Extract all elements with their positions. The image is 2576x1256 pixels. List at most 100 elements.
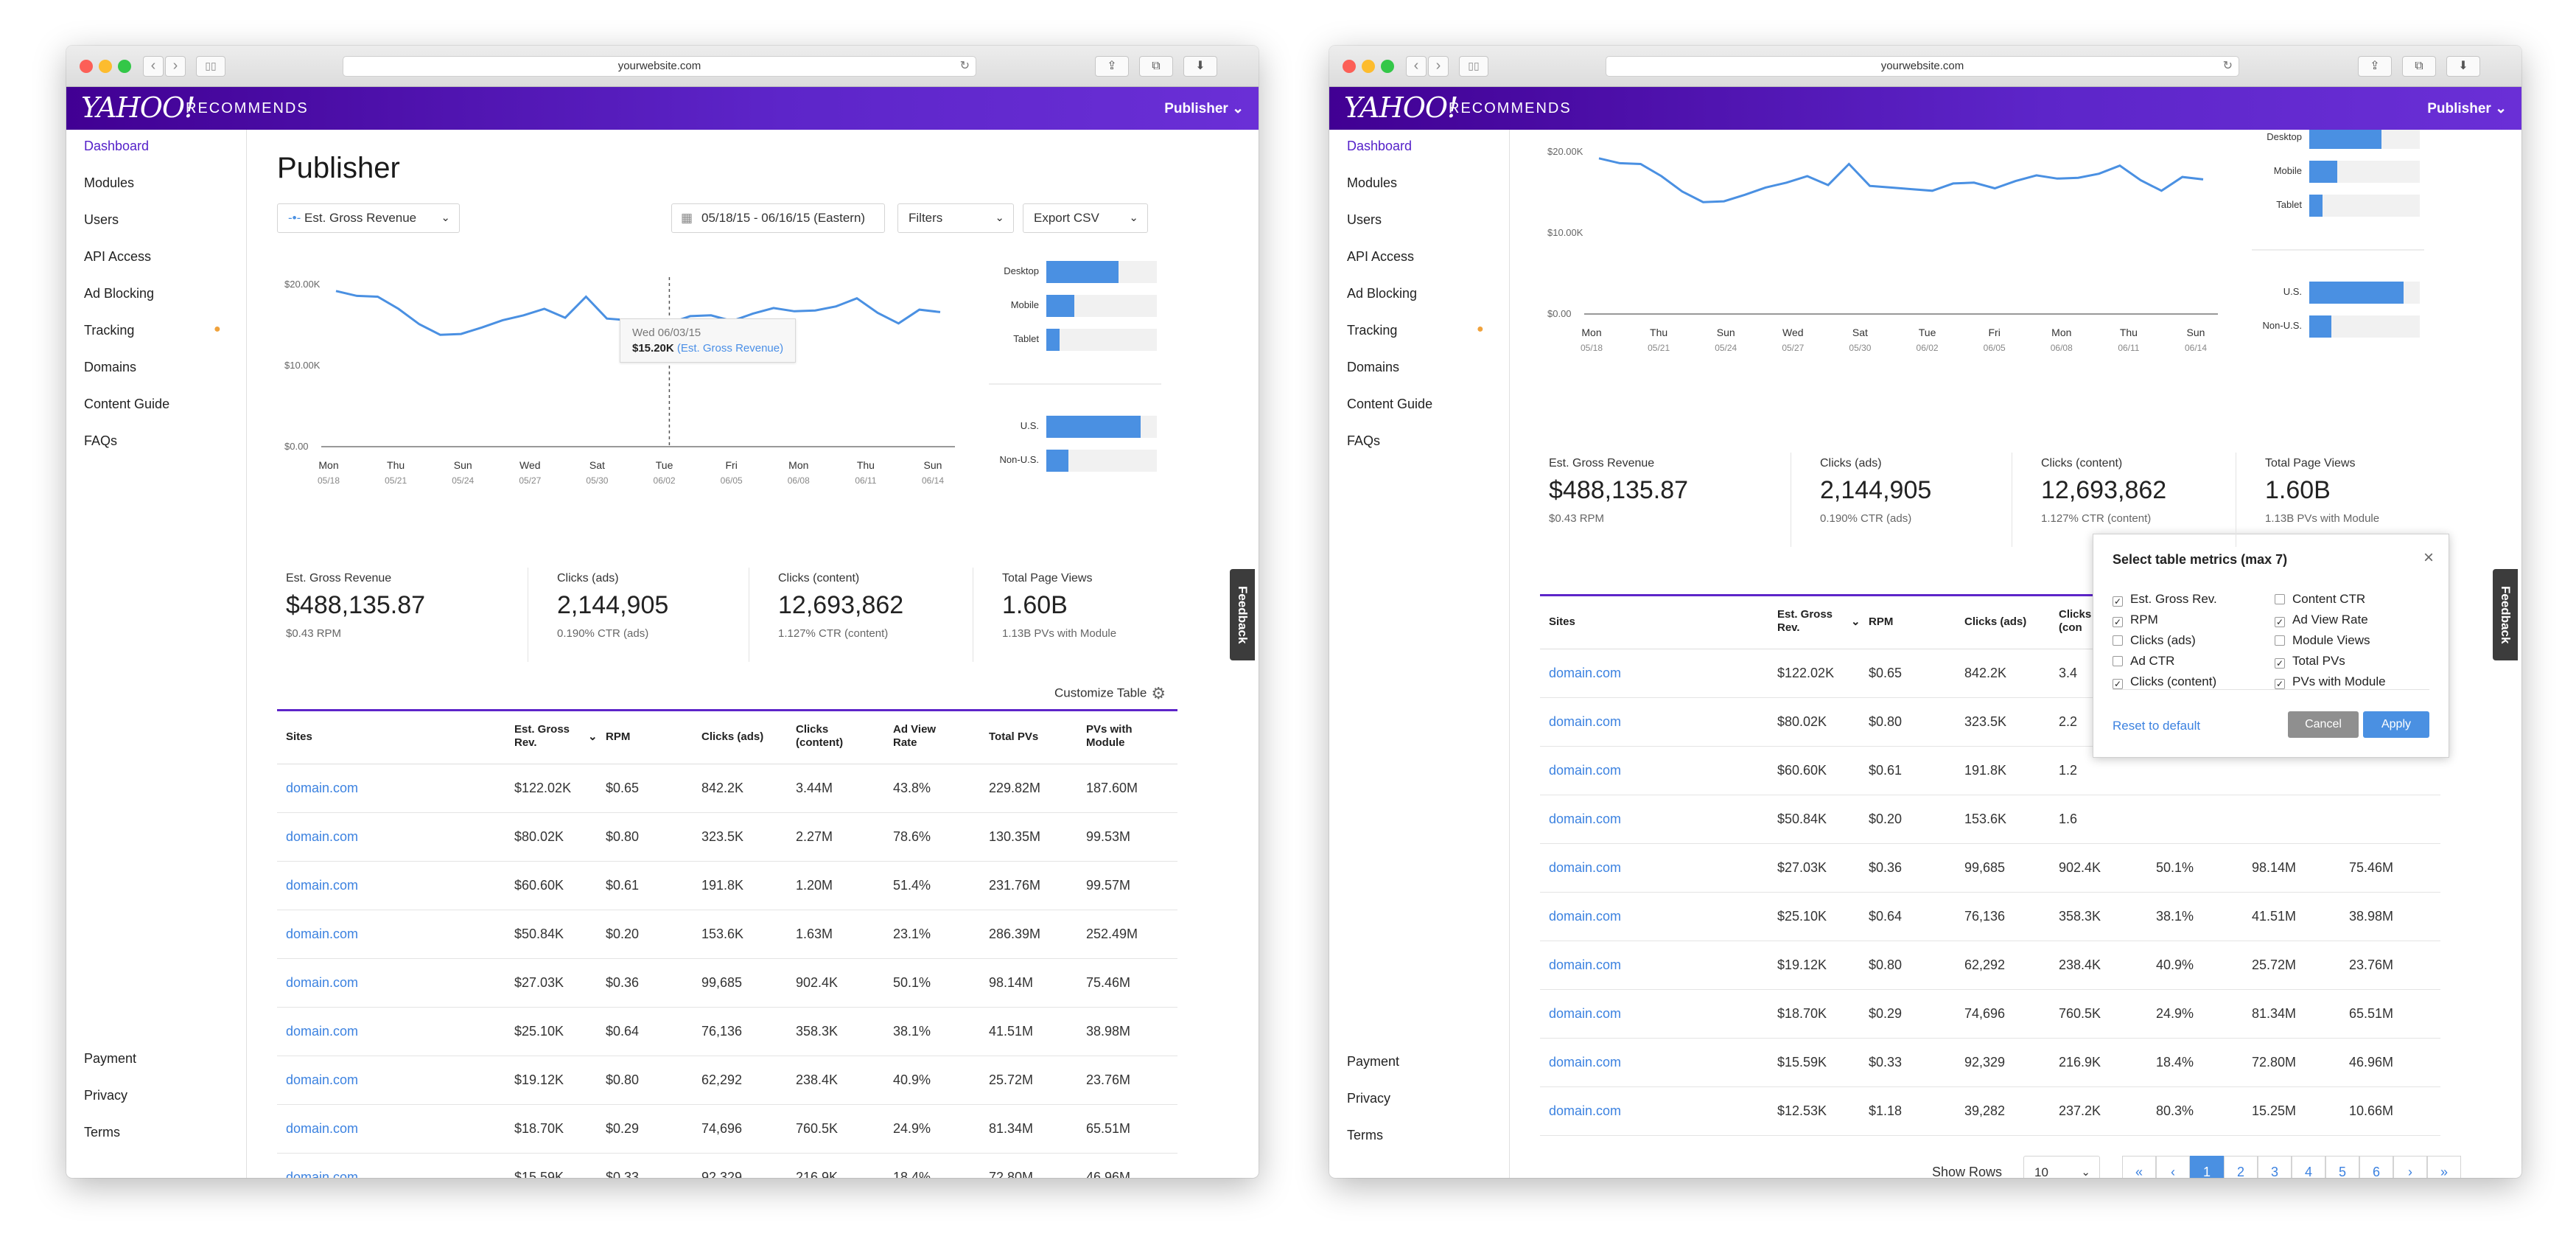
download-icon[interactable]: ⬇ <box>2446 56 2480 77</box>
sidebar-toggle-icon[interactable]: ▯▯ <box>196 56 225 77</box>
column-header[interactable]: Clicks (ads) <box>1964 615 2026 629</box>
sidebar-item-content-guide[interactable]: Content Guide <box>1347 397 1432 412</box>
checkbox[interactable] <box>2113 656 2123 666</box>
page-button[interactable]: › <box>2393 1156 2427 1178</box>
zoom-window-button[interactable] <box>118 60 131 73</box>
sidebar-item-payment[interactable]: Payment <box>84 1051 136 1067</box>
customize-table-button[interactable]: Customize Table ⚙ <box>1054 684 1166 703</box>
site-link[interactable]: domain.com <box>286 1072 358 1088</box>
apply-button[interactable]: Apply <box>2363 711 2429 738</box>
address-bar[interactable]: yourwebsite.com ↻ <box>343 56 976 77</box>
site-link[interactable]: domain.com <box>286 1121 358 1137</box>
column-header[interactable]: Sites <box>1549 615 1575 629</box>
sidebar-item-content-guide[interactable]: Content Guide <box>84 397 169 412</box>
site-link[interactable]: domain.com <box>1549 714 1621 730</box>
export-csv-dropdown[interactable]: Export CSV ⌄ <box>1023 203 1148 233</box>
column-header[interactable]: Clicks (ads) <box>701 730 763 744</box>
cancel-button[interactable]: Cancel <box>2288 711 2359 738</box>
zoom-window-button[interactable] <box>1381 60 1394 73</box>
page-button[interactable]: « <box>2122 1156 2156 1178</box>
sidebar-item-domains[interactable]: Domains <box>84 360 136 375</box>
checkbox[interactable]: ✓ <box>2275 658 2285 669</box>
site-link[interactable]: domain.com <box>1549 1006 1621 1022</box>
reset-default-link[interactable]: Reset to default <box>2113 719 2200 733</box>
site-link[interactable]: domain.com <box>1549 957 1621 973</box>
checkbox[interactable]: ✓ <box>2275 679 2285 689</box>
feedback-tab[interactable]: Feedback <box>2493 569 2518 660</box>
sidebar-item-api-access[interactable]: API Access <box>1347 249 1414 265</box>
sidebar-item-modules[interactable]: Modules <box>84 175 134 191</box>
site-link[interactable]: domain.com <box>1549 1103 1621 1119</box>
sidebar-item-ad-blocking[interactable]: Ad Blocking <box>84 286 154 301</box>
yahoo-logo[interactable]: YAHOO! <box>81 91 195 124</box>
column-header[interactable]: Ad View Rate <box>893 723 936 750</box>
metric-checkbox-content-ctr[interactable]: Content CTR <box>2275 592 2365 607</box>
metric-checkbox-pvs-with-module[interactable]: ✓ PVs with Module <box>2275 674 2386 689</box>
sidebar-item-users[interactable]: Users <box>1347 212 1382 228</box>
column-header[interactable]: Sites <box>286 730 312 744</box>
page-button[interactable]: 6 <box>2359 1156 2393 1178</box>
sidebar-item-privacy[interactable]: Privacy <box>1347 1091 1390 1106</box>
checkbox[interactable] <box>2275 635 2285 646</box>
site-link[interactable]: domain.com <box>286 829 358 845</box>
metric-checkbox-est-gross-rev[interactable]: ✓ Est. Gross Rev. <box>2113 592 2217 607</box>
column-header[interactable]: RPM <box>606 730 630 744</box>
reload-icon[interactable]: ↻ <box>960 57 970 76</box>
site-link[interactable]: domain.com <box>1549 909 1621 924</box>
metric-checkbox-rpm[interactable]: ✓ RPM <box>2113 613 2158 627</box>
page-button[interactable]: 5 <box>2325 1156 2359 1178</box>
checkbox[interactable] <box>2113 635 2123 646</box>
sidebar-item-privacy[interactable]: Privacy <box>84 1088 127 1103</box>
back-icon[interactable]: ‹ <box>143 56 164 77</box>
sidebar-item-users[interactable]: Users <box>84 212 119 228</box>
sidebar-item-faqs[interactable]: FAQs <box>84 433 117 449</box>
share-icon[interactable]: ⇪ <box>2358 56 2392 77</box>
sidebar-item-terms[interactable]: Terms <box>1347 1128 1383 1143</box>
sort-desc-icon[interactable]: ⌄ <box>1851 615 1861 629</box>
page-button[interactable]: 2 <box>2224 1156 2258 1178</box>
sidebar-item-tracking[interactable]: Tracking <box>1347 323 1397 338</box>
minimize-window-button[interactable] <box>99 60 112 73</box>
sidebar-item-terms[interactable]: Terms <box>84 1125 120 1140</box>
metric-checkbox-ad-ctr[interactable]: Ad CTR <box>2113 654 2174 669</box>
checkbox[interactable] <box>2275 594 2285 604</box>
reload-icon[interactable]: ↻ <box>2223 57 2233 76</box>
close-icon[interactable]: × <box>2423 548 2434 568</box>
sidebar-toggle-icon[interactable]: ▯▯ <box>1459 56 1488 77</box>
sort-desc-icon[interactable]: ⌄ <box>588 730 598 744</box>
column-header[interactable]: RPM <box>1869 615 1893 629</box>
page-button[interactable]: 3 <box>2258 1156 2292 1178</box>
site-link[interactable]: domain.com <box>1549 812 1621 827</box>
metric-checkbox-clicks-content[interactable]: ✓ Clicks (content) <box>2113 674 2216 689</box>
page-button[interactable]: 1 <box>2190 1156 2224 1178</box>
forward-icon[interactable]: › <box>1428 56 1449 77</box>
sidebar-item-tracking[interactable]: Tracking <box>84 323 134 338</box>
sidebar-item-dashboard[interactable]: Dashboard <box>1347 139 1412 154</box>
checkbox[interactable]: ✓ <box>2113 596 2123 607</box>
metric-checkbox-module-views[interactable]: Module Views <box>2275 633 2370 648</box>
page-button[interactable]: 4 <box>2292 1156 2325 1178</box>
site-link[interactable]: domain.com <box>286 1024 358 1039</box>
filters-dropdown[interactable]: Filters ⌄ <box>897 203 1014 233</box>
close-window-button[interactable] <box>80 60 93 73</box>
yahoo-logo[interactable]: YAHOO! <box>1344 91 1458 124</box>
download-icon[interactable]: ⬇ <box>1183 56 1217 77</box>
site-link[interactable]: domain.com <box>286 975 358 991</box>
metric-checkbox-ad-view-rate[interactable]: ✓ Ad View Rate <box>2275 613 2368 627</box>
close-window-button[interactable] <box>1343 60 1356 73</box>
column-header[interactable]: PVs with Module <box>1086 723 1133 750</box>
sidebar-item-dashboard[interactable]: Dashboard <box>84 139 149 154</box>
metric-select[interactable]: -•- Est. Gross Revenue ⌄ <box>277 203 460 233</box>
tabs-icon[interactable]: ⧉ <box>2402 56 2436 77</box>
site-link[interactable]: domain.com <box>286 878 358 893</box>
sidebar-item-payment[interactable]: Payment <box>1347 1054 1399 1070</box>
date-range-picker[interactable]: ▦ 05/18/15 - 06/16/15 (Eastern) <box>671 203 885 233</box>
rows-per-page-select[interactable]: 10 ⌄ <box>2023 1156 2100 1178</box>
checkbox[interactable]: ✓ <box>2113 617 2123 627</box>
sidebar-item-ad-blocking[interactable]: Ad Blocking <box>1347 286 1417 301</box>
metric-checkbox-clicks-ads[interactable]: Clicks (ads) <box>2113 633 2196 648</box>
site-link[interactable]: domain.com <box>1549 763 1621 778</box>
sidebar-item-domains[interactable]: Domains <box>1347 360 1399 375</box>
column-header[interactable]: Clicks (content) <box>796 723 843 750</box>
tabs-icon[interactable]: ⧉ <box>1139 56 1173 77</box>
